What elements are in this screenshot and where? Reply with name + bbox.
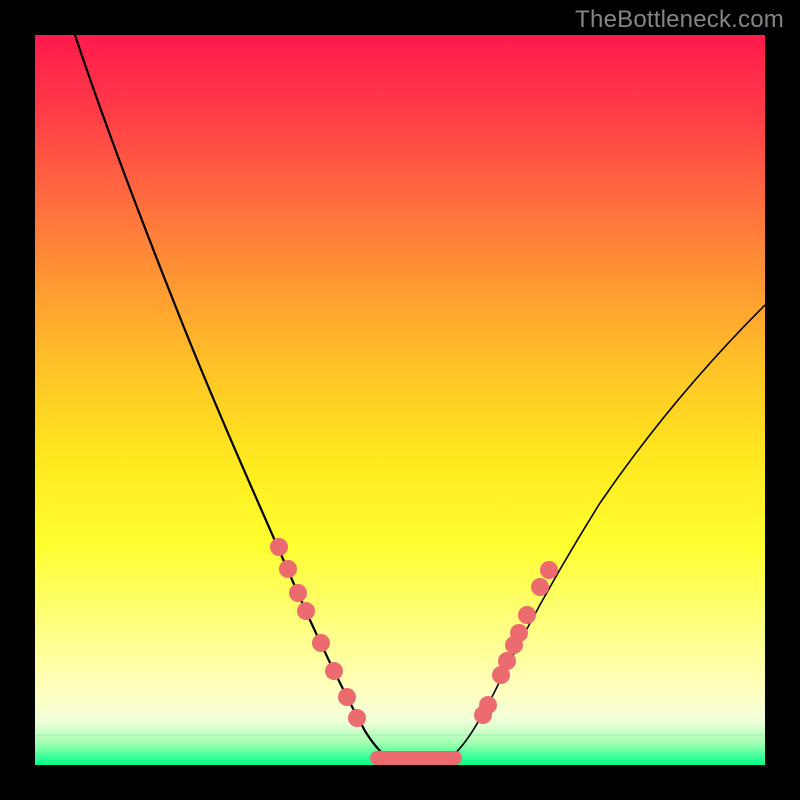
marker-dot [312, 634, 330, 652]
watermark-text: TheBottleneck.com [575, 6, 784, 34]
marker-dot [540, 561, 558, 579]
marker-dot [279, 560, 297, 578]
marker-dot [325, 662, 343, 680]
marker-dot [270, 538, 288, 556]
marker-dot [479, 696, 497, 714]
marker-dot [297, 602, 315, 620]
marker-dot [510, 624, 528, 642]
curve-left-branch [75, 35, 395, 761]
curve-right-branch [445, 305, 765, 761]
right-marker-cluster [474, 561, 558, 724]
marker-dot [338, 688, 356, 706]
marker-dot [289, 584, 307, 602]
marker-dot [498, 652, 516, 670]
left-marker-cluster [270, 538, 366, 727]
marker-dot [531, 578, 549, 596]
marker-dot [348, 709, 366, 727]
chart-overlay [35, 35, 765, 765]
marker-dot [518, 606, 536, 624]
